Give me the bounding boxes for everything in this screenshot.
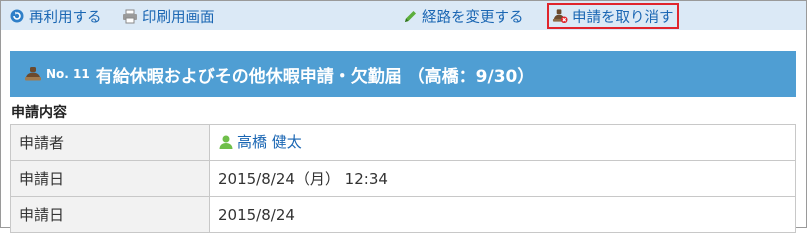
page-title: 有給休暇およびその他休暇申請・欠勤届 （高橋：9/30）	[95, 66, 535, 87]
toolbar: 再利用する 印刷用画面 経路を変更する 申請を取り消す	[1, 1, 806, 30]
pencil-icon	[402, 8, 418, 24]
request-date-value: 2015/8/24（月） 12:34	[209, 160, 796, 197]
applicant-name: 高橋 健太	[237, 133, 302, 152]
table-row: 申請者 高橋 健太	[10, 124, 796, 161]
change-route-button[interactable]: 経路を変更する	[402, 4, 524, 28]
applicant-label: 申請者	[10, 124, 210, 161]
application-date-label: 申請日	[10, 196, 210, 233]
request-number: No. 11	[46, 67, 90, 81]
printer-icon	[122, 8, 138, 24]
request-date-label: 申請日	[10, 160, 210, 197]
reuse-label: 再利用する	[29, 9, 102, 26]
table-row: 申請日 2015/8/24（月） 12:34	[10, 160, 796, 197]
applicant-value: 高橋 健太	[209, 124, 796, 161]
reuse-button[interactable]: 再利用する	[9, 4, 102, 28]
user-icon	[218, 134, 234, 150]
section-heading: 申請内容	[11, 105, 67, 121]
print-button[interactable]: 印刷用画面	[122, 4, 215, 28]
reuse-icon	[9, 8, 25, 24]
table-row: 申請日 2015/8/24	[10, 196, 796, 233]
application-date-value: 2015/8/24	[209, 196, 796, 233]
request-stamp-icon	[24, 65, 42, 83]
page-title-bar: No. 11 有給休暇およびその他休暇申請・欠勤届 （高橋：9/30）	[10, 51, 796, 97]
cancel-request-button[interactable]: 申請を取り消す	[547, 3, 679, 29]
cancel-request-label: 申請を取り消す	[572, 9, 674, 26]
applicant-link[interactable]: 高橋 健太	[218, 131, 302, 152]
print-label: 印刷用画面	[142, 9, 215, 26]
request-details-table: 申請者 高橋 健太 申請日 2015/8/24（月） 12:34 申請日 201…	[10, 124, 796, 233]
change-route-label: 経路を変更する	[422, 9, 524, 26]
cancel-request-icon	[552, 8, 568, 24]
